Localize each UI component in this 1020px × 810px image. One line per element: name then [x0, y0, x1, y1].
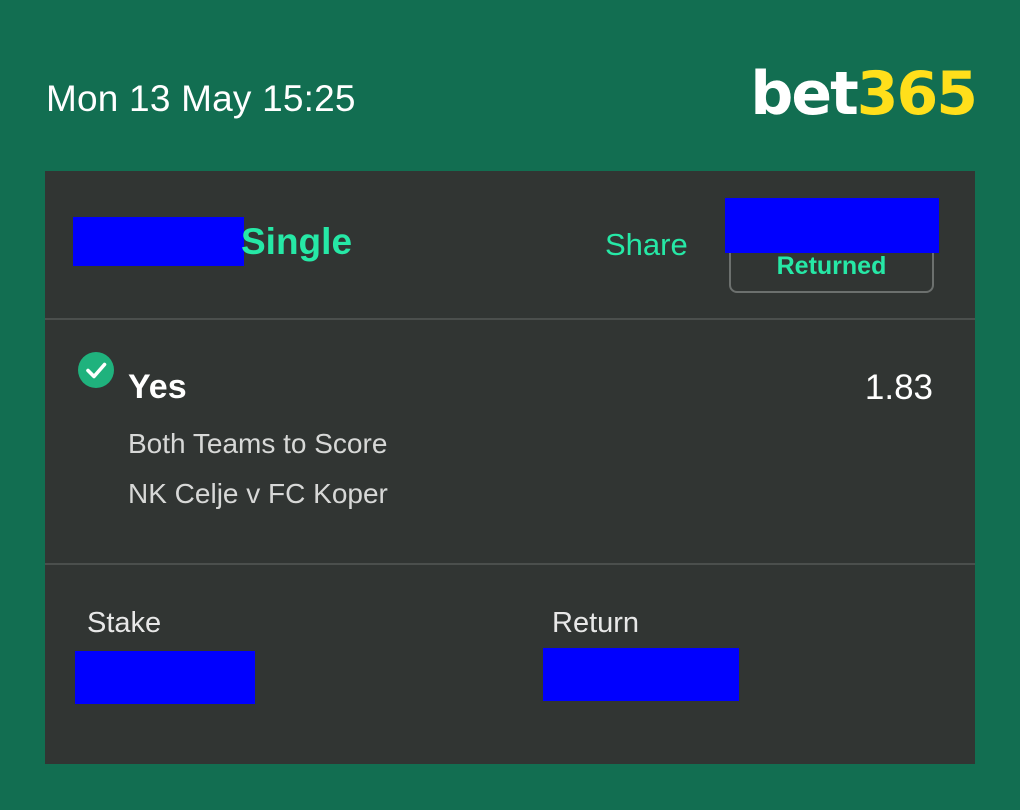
- bet-type-label: Single: [241, 221, 353, 262]
- bet-amounts: Stake Return: [45, 565, 975, 760]
- bet-status-text: Returned: [776, 252, 887, 280]
- selection-name: Yes: [128, 368, 187, 406]
- logo-text-365: 365: [856, 59, 978, 129]
- selection-odds: 1.83: [864, 368, 933, 407]
- bet-card-header: Single Share Returned: [45, 171, 975, 320]
- redacted-return-amount: [725, 198, 939, 253]
- bet365-logo: bet365: [750, 64, 978, 124]
- stake-label: Stake: [87, 607, 162, 639]
- event-name: NK Celje v FC Koper: [128, 478, 388, 509]
- bet-selection: Yes 1.83 Both Teams to Score NK Celje v …: [45, 320, 975, 565]
- redacted-stake-amount: [73, 217, 244, 266]
- redacted-stake-value: [75, 651, 255, 704]
- share-button[interactable]: Share: [605, 227, 688, 263]
- market-name: Both Teams to Score: [128, 428, 388, 459]
- redacted-return-value: [543, 648, 739, 701]
- bet-datetime: Mon 13 May 15:25: [46, 78, 356, 119]
- check-circle-icon: [78, 352, 114, 388]
- return-label: Return: [552, 607, 640, 639]
- bet-receipt-card: Single Share Returned Yes 1.83 Both Team…: [45, 171, 975, 764]
- logo-text-bet: bet: [750, 59, 858, 129]
